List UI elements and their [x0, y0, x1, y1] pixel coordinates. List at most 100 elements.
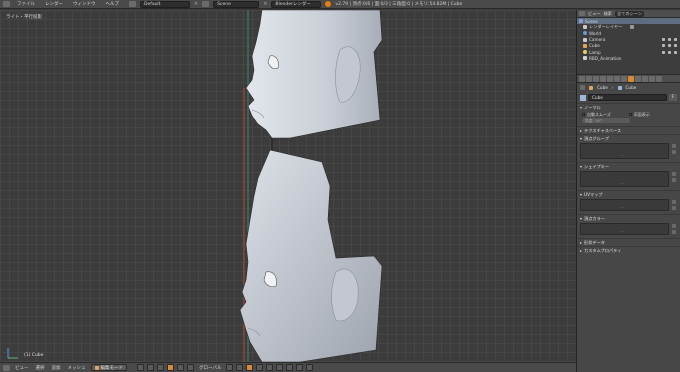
proportional-edit-icon[interactable]	[276, 364, 284, 371]
particles-tab-icon[interactable]	[649, 75, 655, 82]
remove-icon[interactable]	[672, 178, 676, 182]
constraints-tab-icon[interactable]	[614, 75, 620, 82]
world-tab-icon[interactable]	[600, 75, 606, 82]
list-resize-handle[interactable]: …	[620, 152, 624, 157]
shape-key-list[interactable]: …	[580, 171, 669, 187]
menu-view[interactable]: ビュー	[13, 365, 31, 371]
view3d-editor-icon[interactable]	[3, 364, 10, 371]
transform-orientation-select[interactable]: グローバル	[197, 365, 223, 371]
outliner-menu-search[interactable]: 検索	[604, 11, 612, 17]
outliner-menu-view[interactable]: ビュー	[588, 11, 601, 17]
list-resize-handle[interactable]: …	[620, 204, 624, 209]
chevron-right-icon: ›	[611, 85, 614, 90]
list-buttons	[672, 200, 676, 210]
shading-solid-icon[interactable]	[137, 364, 144, 371]
vertex-group-list[interactable]: …	[580, 143, 669, 159]
menu-mesh[interactable]: メッシュ	[66, 365, 88, 371]
pin-icon[interactable]	[580, 85, 585, 90]
blender-logo-icon	[325, 1, 332, 7]
object-tab-icon[interactable]	[607, 75, 613, 82]
visibility-toggles[interactable]	[662, 44, 677, 48]
outliner-label: Scene	[585, 18, 598, 24]
close-layout-icon[interactable]: ×	[194, 1, 198, 7]
scene-tab-icon[interactable]	[593, 75, 599, 82]
layout-icon[interactable]	[129, 1, 136, 7]
add-icon[interactable]	[672, 144, 676, 148]
mesh-name-input[interactable]: Cube	[588, 94, 667, 101]
scene-icon[interactable]	[202, 1, 210, 7]
editor-type-icon[interactable]	[3, 1, 10, 7]
scale-icon[interactable]	[187, 364, 194, 371]
object-icon	[589, 85, 593, 90]
modifiers-tab-icon[interactable]	[621, 75, 627, 82]
outliner-editor-icon[interactable]	[579, 11, 585, 16]
fake-user-button[interactable]: F	[669, 94, 677, 101]
outliner-item-rbd[interactable]: RBD_Animation	[577, 55, 680, 61]
mode-select[interactable]: 編集モード	[90, 364, 127, 371]
list-resize-handle[interactable]: …	[620, 180, 624, 185]
expanded-triangle-icon: ▾	[580, 164, 583, 169]
menu-add[interactable]: 追加	[50, 365, 63, 371]
face-select-icon[interactable]	[256, 364, 264, 371]
vertex-colors-header[interactable]: ▾ 頂点カラー	[577, 215, 680, 222]
manipulator-icon[interactable]	[157, 364, 164, 371]
panel-title: 頂点カラー	[584, 215, 605, 221]
menu-file[interactable]: ファイル	[14, 1, 38, 7]
menu-help[interactable]: ヘルプ	[103, 1, 123, 7]
vertex-select-icon[interactable]	[236, 364, 244, 371]
outliner-header: ビュー 検索 全てのシーン	[577, 10, 680, 18]
snap-element-icon[interactable]	[296, 364, 304, 371]
pivot-icon[interactable]	[147, 364, 154, 371]
outliner-label: レンダーレイヤー	[589, 24, 623, 30]
view-label: ライト・平行投影	[6, 15, 42, 20]
texture-space-header[interactable]: ▸ テクスチャスペース	[577, 127, 680, 134]
add-icon[interactable]	[672, 224, 676, 228]
render-preview-icon[interactable]	[306, 364, 314, 371]
mesh-data-icon[interactable]	[580, 94, 586, 101]
render-layers-tab-icon[interactable]	[586, 75, 592, 82]
screen-layout-field[interactable]: Default	[140, 0, 190, 8]
uv-map-list[interactable]: …	[580, 199, 669, 211]
remove-icon[interactable]	[672, 206, 676, 210]
close-scene-icon[interactable]: ×	[263, 1, 267, 7]
vertex-color-list[interactable]: …	[580, 223, 669, 235]
edge-select-icon[interactable]	[246, 364, 254, 371]
occlude-icon[interactable]	[266, 364, 274, 371]
material-tab-icon[interactable]	[635, 75, 641, 82]
menu-window[interactable]: ウィンドウ	[70, 1, 99, 7]
display-mode-select[interactable]: 全てのシーン	[614, 10, 644, 17]
physics-tab-icon[interactable]	[656, 75, 662, 82]
3d-viewport[interactable]: ライト・平行投影 (1) Cube	[0, 10, 576, 362]
geometry-data-header[interactable]: ▸ 形状データ	[577, 239, 680, 246]
menu-render[interactable]: レンダー	[42, 1, 66, 7]
uv-maps-header[interactable]: ▾ UVマップ	[577, 191, 680, 198]
top-header-bar: ファイル レンダー ウィンドウ ヘルプ Default × Scene × Bl…	[0, 0, 680, 9]
data-tab-icon[interactable]	[628, 75, 634, 82]
list-resize-handle[interactable]: …	[620, 228, 624, 233]
visibility-toggles[interactable]	[662, 50, 677, 54]
list-buttons	[672, 144, 676, 154]
outliner-tree[interactable]: Scene レンダーレイヤー World Camera Cube Lamp RB…	[577, 18, 680, 74]
scene-field[interactable]: Scene	[213, 0, 260, 8]
menu-select[interactable]: 選択	[34, 365, 47, 371]
render-engine-select[interactable]: Blenderレンダー	[271, 0, 322, 8]
add-icon[interactable]	[672, 172, 676, 176]
double-sided-checkbox[interactable]: 両面表示	[628, 112, 650, 118]
custom-properties-header[interactable]: ▸ カスタムプロパティ	[577, 247, 680, 254]
remove-icon[interactable]	[672, 150, 676, 154]
outliner-label: Lamp	[589, 49, 601, 55]
auto-smooth-angle-field[interactable]: 角度: 30°	[582, 118, 630, 123]
snap-icon[interactable]	[286, 364, 294, 371]
normals-header[interactable]: ▾ ノーマル	[577, 104, 680, 111]
translate-icon[interactable]	[167, 364, 174, 371]
vertex-groups-header[interactable]: ▾ 頂点グループ	[577, 135, 680, 142]
remove-icon[interactable]	[672, 230, 676, 234]
shape-keys-header[interactable]: ▾ シェイプキー	[577, 163, 680, 170]
render-tab-icon[interactable]	[579, 75, 585, 82]
add-icon[interactable]	[672, 200, 676, 204]
mesh-icon	[583, 43, 587, 48]
texture-tab-icon[interactable]	[642, 75, 648, 82]
visibility-toggles[interactable]	[662, 38, 677, 42]
rotate-icon[interactable]	[177, 364, 184, 371]
layer-icon[interactable]	[226, 364, 234, 371]
